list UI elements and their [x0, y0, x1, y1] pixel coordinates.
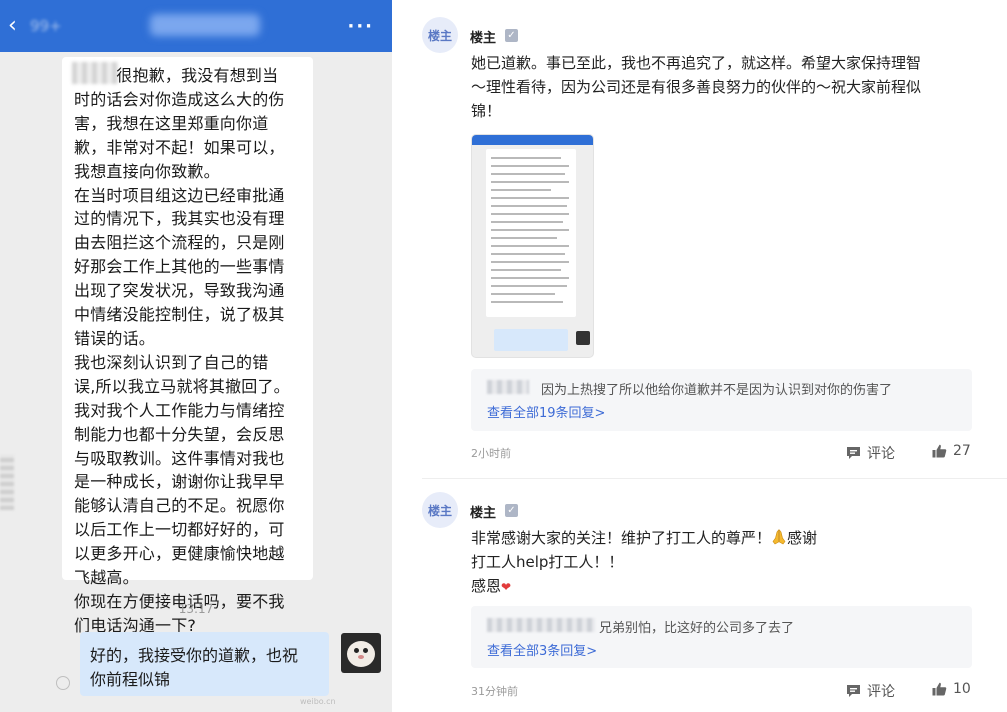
- post-text: 非常感谢大家的关注！维护了打工人的尊严！ 感谢 打工人help打工人！！ 感恩❤: [471, 526, 817, 599]
- reply-text: 兄弟别怕，比这好的公司多了去了: [599, 621, 795, 636]
- chat-topbar: ‹ 99+ ···: [0, 0, 392, 52]
- comment-label: 评论: [867, 684, 895, 700]
- view-all-replies-link[interactable]: 查看全部3条回复>: [487, 640, 597, 659]
- avatar[interactable]: [341, 633, 381, 673]
- redacted-avatar: [0, 455, 14, 510]
- heart-emoji-icon: ❤: [501, 580, 512, 594]
- back-icon[interactable]: ‹: [8, 13, 17, 39]
- chat-screenshot: ‹ 99+ ··· 很抱歉，我没有想到当 时的话会对你造成这么大的伤 害，我想在…: [0, 0, 392, 712]
- post-text-line: 感谢: [787, 529, 818, 547]
- post-image-thumbnail[interactable]: [471, 134, 594, 358]
- post-text: 她已道歉。事已至此，我也不再追究了，就这样。希望大家保持理智 ～理性看待，因为公…: [471, 54, 922, 120]
- praying-hands-emoji-icon: [772, 529, 786, 545]
- post-text-line: 非常感谢大家的关注！维护了打工人的尊严！: [471, 529, 772, 547]
- like-count: 27: [953, 443, 971, 459]
- forum-thread: 楼主 楼主 ✓ 她已道歉。事已至此，我也不再追究了，就这样。希望大家保持理智 ～…: [392, 0, 1007, 712]
- like-button[interactable]: 10: [932, 681, 971, 697]
- post-time: 31分钟前: [471, 685, 518, 698]
- reply-text: 因为上热搜了所以他给你道歉并不是因为认识到对你的伤害了: [541, 383, 893, 398]
- post-text-line: 感恩: [471, 577, 502, 595]
- comment-label: 评论: [867, 446, 895, 462]
- view-all-replies-link[interactable]: 查看全部19条回复>: [487, 402, 605, 421]
- like-count: 10: [953, 681, 971, 697]
- thumbs-up-icon: [932, 682, 947, 696]
- watermark: weibo.cn: [300, 697, 336, 706]
- verified-badge-icon: ✓: [505, 29, 518, 42]
- outgoing-message-text: 好的，我接受你的道歉，也祝 你前程似锦: [90, 646, 299, 689]
- redacted-username: [487, 380, 529, 394]
- reply-preview: 兄弟别怕，比这好的公司多了去了 查看全部3条回复>: [471, 606, 972, 668]
- redacted-username: [487, 618, 595, 632]
- comment-icon: [847, 447, 860, 459]
- reply-preview: 因为上热搜了所以他给你道歉并不是因为认识到对你的伤害了 查看全部19条回复>: [471, 369, 972, 431]
- more-icon[interactable]: ···: [347, 16, 374, 37]
- comment-button[interactable]: 评论: [846, 681, 895, 701]
- comment-button[interactable]: 评论: [846, 443, 895, 463]
- chat-title-redacted: [150, 14, 260, 36]
- unread-count: 99+: [30, 17, 62, 35]
- author-name[interactable]: 楼主: [470, 27, 496, 46]
- author-name[interactable]: 楼主: [470, 502, 496, 521]
- thumbs-up-icon: [932, 444, 947, 458]
- comment-icon: [847, 685, 860, 697]
- post-divider: [422, 478, 1007, 479]
- incoming-message-text: 很抱歉，我没有想到当 时的话会对你造成这么大的伤 害，我想在这里郑重向你道 歉，…: [74, 66, 290, 635]
- avatar[interactable]: 楼主: [422, 492, 458, 528]
- read-status-icon: [56, 676, 70, 690]
- post-time: 2小时前: [471, 447, 511, 460]
- message-timestamp: 13:17: [178, 602, 214, 616]
- verified-badge-icon: ✓: [505, 504, 518, 517]
- like-button[interactable]: 27: [932, 443, 971, 459]
- post-text-line: 打工人help打工人！！: [471, 553, 624, 571]
- avatar[interactable]: 楼主: [422, 17, 458, 53]
